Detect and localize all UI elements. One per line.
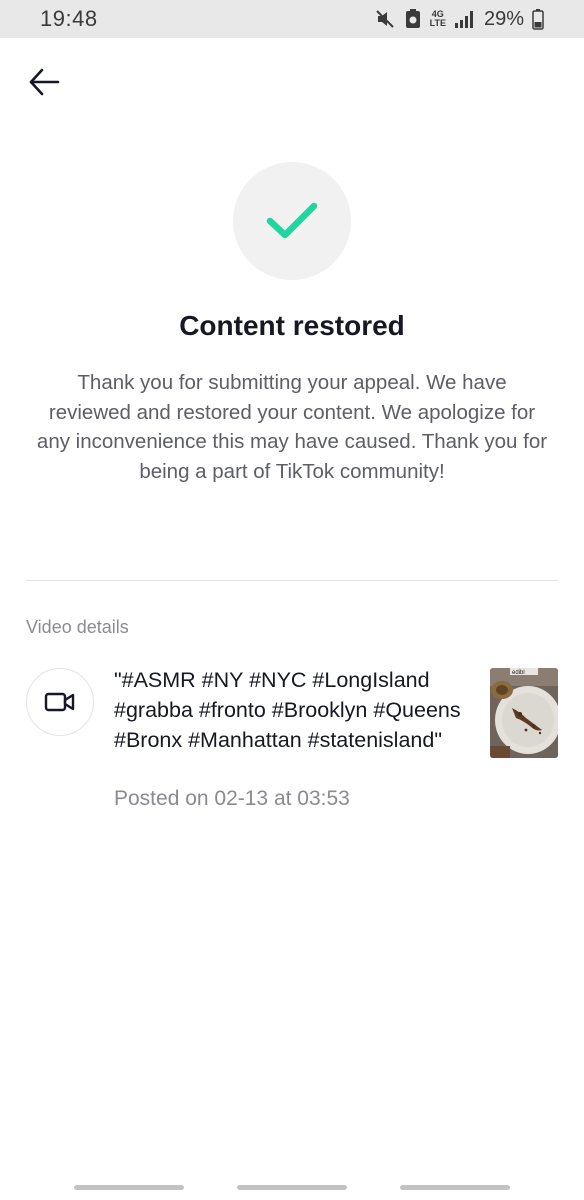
network-label-bottom: LTE (429, 18, 446, 28)
video-posted-date: Posted on 02-13 at 03:53 (114, 787, 350, 810)
thumbnail-text: edibl (512, 670, 525, 676)
video-camera-icon (44, 692, 75, 712)
video-type-badge (26, 668, 94, 736)
video-thumbnail[interactable]: edibl (490, 668, 558, 758)
status-icons: 4G LTE 29% (374, 8, 544, 31)
divider (26, 580, 558, 581)
notification-icon (404, 8, 422, 30)
video-caption[interactable]: "#ASMR #NY #NYC #LongIsland #grabba #fro… (114, 665, 474, 755)
result-message: Thank you for submitting your appeal. We… (36, 371, 548, 483)
appeal-result-screen: 19:48 4G LTE 29% Content restored Thank … (0, 0, 584, 1200)
nav-indicator-center (237, 1185, 347, 1190)
status-bar: 19:48 4G LTE 29% (0, 0, 584, 38)
arrow-left-icon (29, 68, 60, 96)
mute-icon (374, 8, 396, 30)
nav-indicator-left (74, 1185, 184, 1190)
back-button[interactable] (24, 62, 64, 102)
4g-lte-icon: 4G LTE (430, 10, 446, 28)
battery-icon (532, 8, 544, 30)
checkmark-icon (266, 202, 318, 239)
battery-percent: 29% (483, 7, 524, 30)
page-title: Content restored (179, 310, 405, 341)
nav-indicator-right (400, 1185, 510, 1190)
section-label-video-details: Video details (26, 617, 129, 637)
success-badge (233, 162, 351, 280)
status-time: 19:48 (40, 6, 98, 31)
signal-icon (454, 9, 476, 29)
